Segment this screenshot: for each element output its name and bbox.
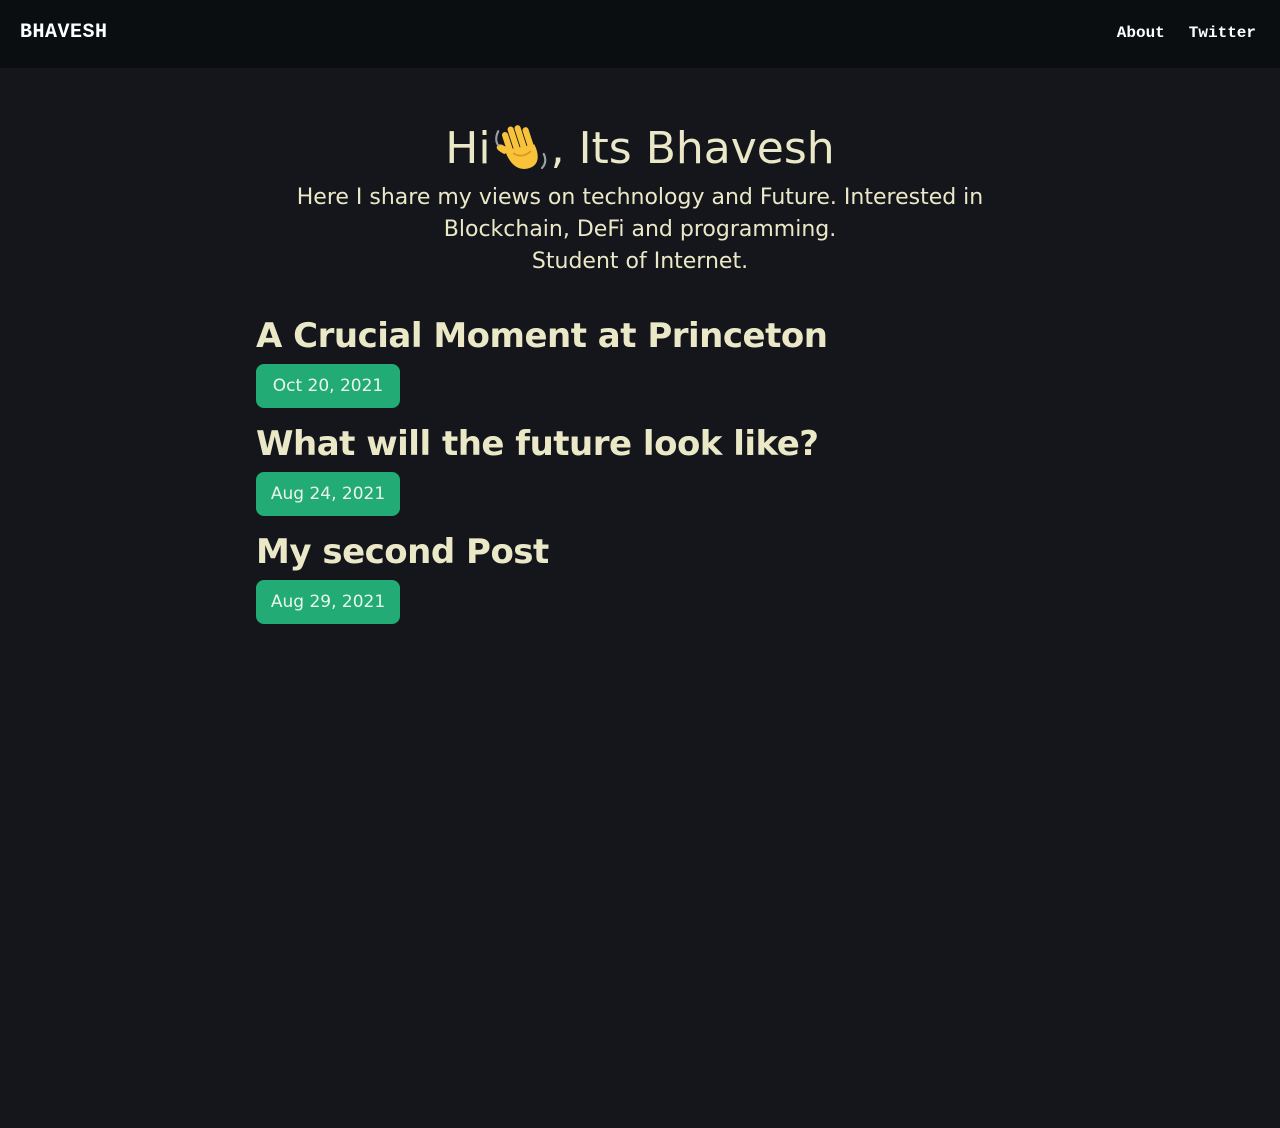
hero-section: Hi , Its Bhavesh Here I share my views o… — [0, 118, 1280, 278]
greeting-name: , Its Bhavesh — [550, 123, 835, 174]
waving-hand-icon — [494, 125, 546, 170]
post-item: What will the future look like? Aug 24, … — [256, 420, 1024, 516]
post-title-link[interactable]: My second Post — [256, 528, 1024, 576]
post-date-badge: Aug 24, 2021 — [256, 472, 400, 516]
post-item: My second Post Aug 29, 2021 — [256, 528, 1024, 624]
post-date-badge: Aug 29, 2021 — [256, 580, 400, 624]
nav-link-about[interactable]: About — [1117, 23, 1165, 43]
post-list: A Crucial Moment at Princeton Oct 20, 20… — [256, 312, 1024, 636]
nav-link-twitter[interactable]: Twitter — [1189, 23, 1256, 43]
hero-description-line2: Student of Internet. — [531, 249, 749, 274]
nav-links: About Twitter — [1117, 23, 1256, 43]
hero-description-line1: Here I share my views on technology and … — [296, 185, 984, 242]
post-item: A Crucial Moment at Princeton Oct 20, 20… — [256, 312, 1024, 408]
greeting-hi: Hi — [445, 123, 491, 174]
post-date-badge: Oct 20, 2021 — [256, 364, 400, 408]
post-title-link[interactable]: A Crucial Moment at Princeton — [256, 312, 1024, 360]
hero-title: Hi , Its Bhavesh — [0, 118, 1280, 180]
site-brand-link[interactable]: BHAVESH — [20, 21, 108, 45]
hero-description: Here I share my views on technology and … — [290, 182, 990, 278]
post-title-link[interactable]: What will the future look like? — [256, 420, 1024, 468]
top-navbar: BHAVESH About Twitter — [0, 0, 1280, 68]
